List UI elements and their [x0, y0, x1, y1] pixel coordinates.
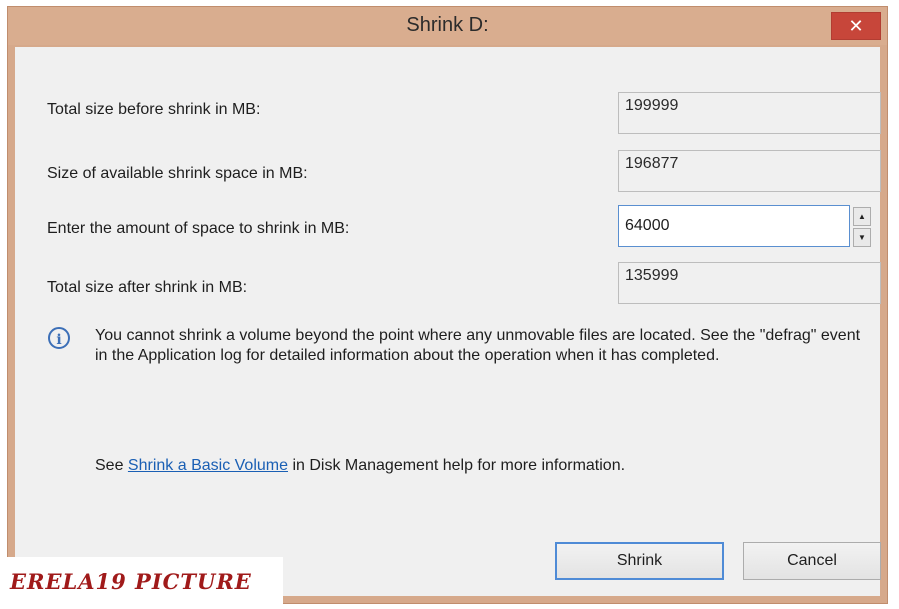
total-size-after-label: Total size after shrink in MB: [47, 279, 248, 296]
spin-down-button[interactable]: ▼ [853, 228, 871, 247]
help-prefix: See [95, 457, 128, 474]
watermark: ERELA19 PICTURE [0, 557, 283, 607]
shrink-amount-spinner[interactable]: ▲ ▼ [853, 207, 871, 247]
shrink-amount-input[interactable] [618, 205, 850, 247]
title-bar[interactable]: Shrink D: ✕ [8, 7, 887, 45]
shrink-button[interactable]: Shrink [555, 542, 724, 580]
info-icon: i [48, 327, 70, 349]
close-button[interactable]: ✕ [831, 12, 881, 40]
total-size-before-label: Total size before shrink in MB: [47, 101, 261, 118]
shrink-amount-label: Enter the amount of space to shrink in M… [47, 220, 350, 237]
available-shrink-space-label: Size of available shrink space in MB: [47, 165, 308, 182]
total-size-after-field: 135999 [618, 262, 881, 304]
total-size-before-field: 199999 [618, 92, 881, 134]
dialog-body: Total size before shrink in MB: 199999 S… [15, 47, 881, 596]
spin-up-button[interactable]: ▲ [853, 207, 871, 226]
available-shrink-space-field: 196877 [618, 150, 881, 192]
help-line: See Shrink a Basic Volume in Disk Manage… [95, 457, 625, 475]
help-suffix: in Disk Management help for more informa… [288, 457, 626, 474]
dialog-title: Shrink D: [406, 14, 489, 36]
cancel-button[interactable]: Cancel [743, 542, 881, 580]
info-message: You cannot shrink a volume beyond the po… [95, 327, 861, 364]
close-icon: ✕ [848, 16, 864, 36]
shrink-dialog: Shrink D: ✕ Total size before shrink in … [8, 7, 887, 603]
shrink-basic-volume-link[interactable]: Shrink a Basic Volume [128, 457, 288, 474]
